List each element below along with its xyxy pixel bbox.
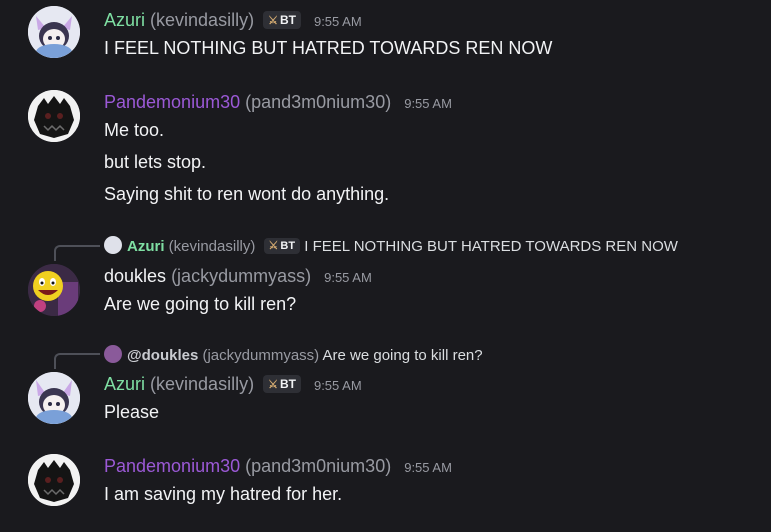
reply-avatar-icon — [104, 345, 122, 363]
timestamp[interactable]: 9:55 AM — [404, 460, 452, 475]
reply-handle: (kevindasilly) — [168, 238, 256, 255]
avatar[interactable] — [28, 6, 80, 58]
reply-preview[interactable]: @doukles (jackydummyass) Are we going to… — [104, 345, 483, 364]
cat-girl-avatar-icon — [28, 372, 80, 424]
username[interactable]: doukles — [104, 266, 166, 286]
swords-icon: ⚔ — [268, 15, 278, 27]
message-text: Me too. — [104, 120, 165, 140]
username[interactable]: Pandemonium30 — [104, 456, 240, 476]
user-handle: (kevindasilly) — [150, 374, 255, 394]
swords-icon: ⚔ — [268, 240, 279, 252]
message-header: Azuri (kevindasilly) ⚔ BT 9:55 AM — [104, 10, 362, 31]
user-handle: (kevindasilly) — [150, 10, 255, 30]
message-text: I FEEL NOTHING BUT HATRED TOWARDS REN NO… — [104, 38, 553, 58]
message-text: Please — [104, 402, 160, 422]
message-text: Are we going to kill ren? — [104, 294, 297, 314]
server-tag[interactable]: ⚔ BT — [263, 375, 301, 393]
message-header: Azuri (kevindasilly) ⚔ BT 9:55 AM — [104, 374, 362, 395]
username[interactable]: Azuri — [104, 10, 145, 30]
swords-icon: ⚔ — [268, 379, 278, 391]
reply-preview[interactable]: Azuri (kevindasilly) ⚔ BT I FEEL NOTHING … — [104, 236, 678, 255]
reply-text: I FEEL NOTHING BUT HATRED TOWARDS REN NO… — [304, 238, 678, 255]
reply-text: Are we going to kill ren? — [322, 347, 483, 364]
reply-avatar-icon — [104, 236, 122, 254]
server-tag[interactable]: ⚔ BT — [263, 238, 301, 254]
user-handle: (pand3m0nium30) — [245, 92, 392, 112]
dark-creature-avatar-icon — [28, 454, 80, 506]
username[interactable]: Azuri — [104, 374, 145, 394]
user-handle: (jackydummyass) — [171, 266, 312, 286]
message-text: I am saving my hatred for her. — [104, 484, 343, 504]
message-text: Saying shit to ren wont do anything. — [104, 184, 390, 204]
username[interactable]: Pandemonium30 — [104, 92, 240, 112]
message-header: Pandemonium30 (pand3m0nium30) 9:55 AM — [104, 456, 452, 477]
reply-author[interactable]: Azuri — [127, 238, 165, 255]
timestamp[interactable]: 9:55 AM — [314, 14, 362, 29]
avatar[interactable] — [28, 372, 80, 424]
timestamp[interactable]: 9:55 AM — [324, 270, 372, 285]
server-tag[interactable]: ⚔ BT — [263, 11, 301, 29]
timestamp[interactable]: 9:55 AM — [404, 96, 452, 111]
timestamp[interactable]: 9:55 AM — [314, 378, 362, 393]
message-text: but lets stop. — [104, 152, 207, 172]
reply-spine — [54, 245, 100, 261]
reply-author[interactable]: @doukles — [127, 347, 198, 364]
message-header: Pandemonium30 (pand3m0nium30) 9:55 AM — [104, 92, 452, 113]
server-tag-label: BT — [280, 240, 296, 252]
reply-handle: (jackydummyass) — [202, 347, 320, 364]
message-header: doukles (jackydummyass) 9:55 AM — [104, 266, 372, 287]
avatar[interactable] — [28, 264, 80, 316]
avatar[interactable] — [28, 454, 80, 506]
smiley-face-avatar-icon — [28, 264, 80, 316]
reply-spine — [54, 353, 100, 369]
server-tag-label: BT — [279, 377, 296, 391]
cat-girl-avatar-icon — [28, 6, 80, 58]
server-tag-label: BT — [279, 13, 296, 27]
dark-creature-avatar-icon — [28, 90, 80, 142]
avatar[interactable] — [28, 90, 80, 142]
user-handle: (pand3m0nium30) — [245, 456, 392, 476]
